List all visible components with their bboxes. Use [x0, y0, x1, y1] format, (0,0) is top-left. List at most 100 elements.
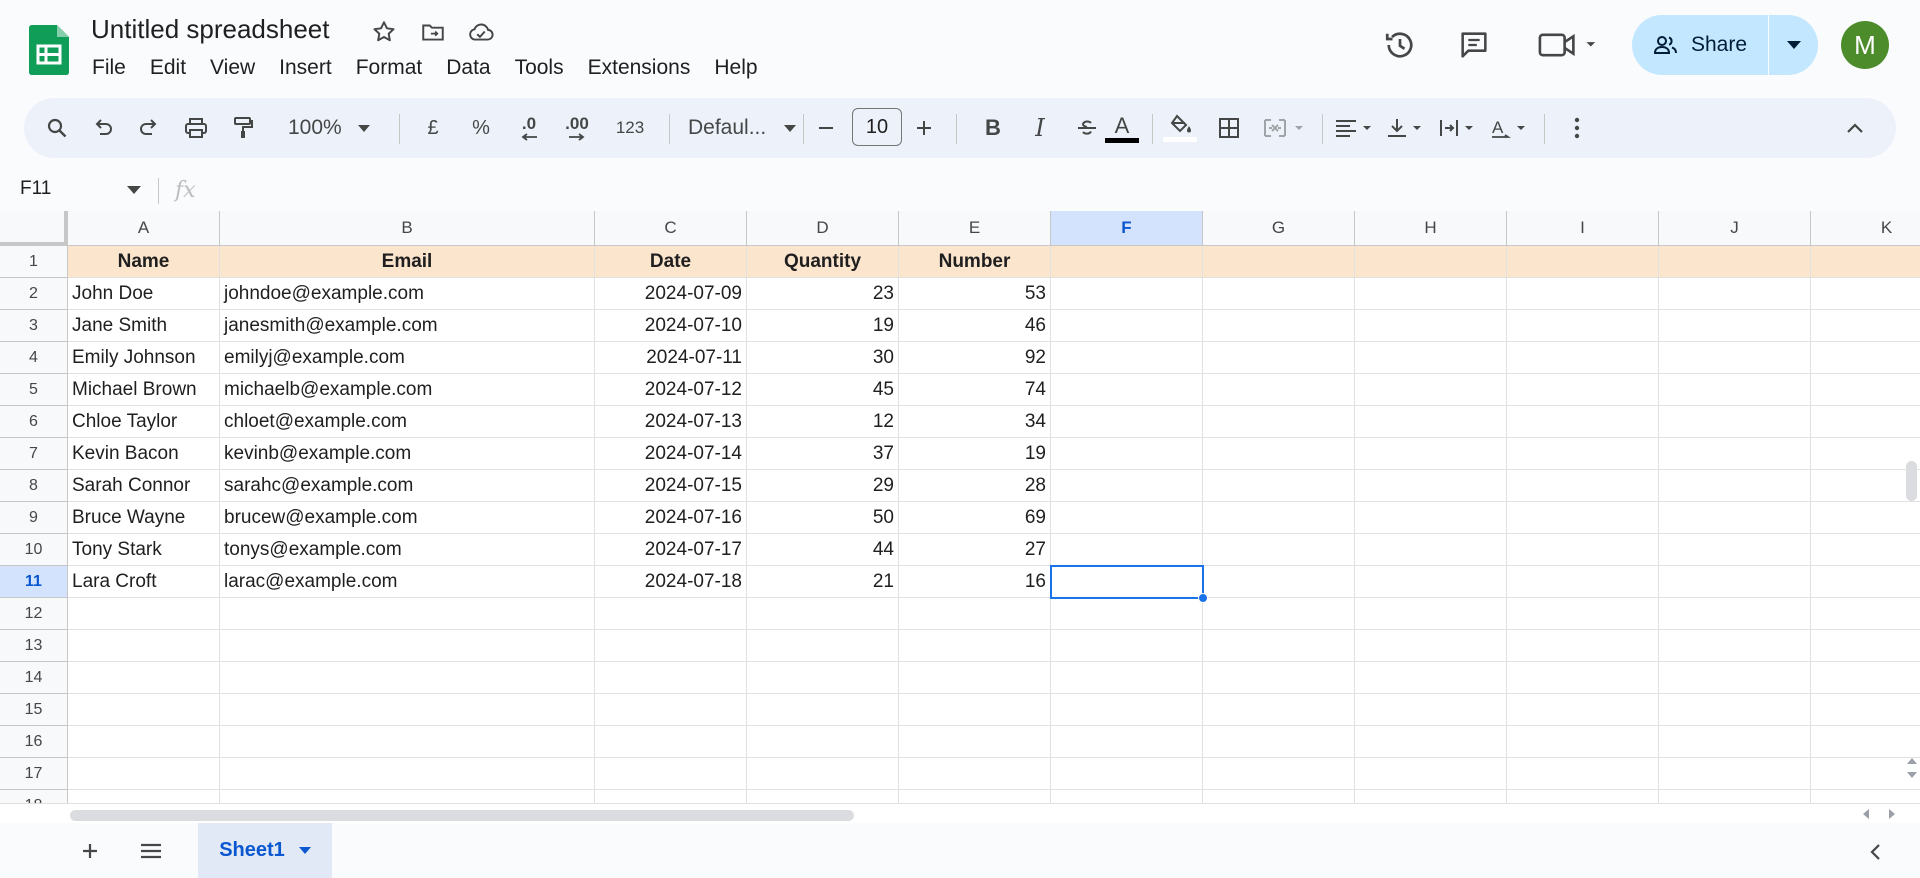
font-family-select[interactable]: Defaul...	[688, 110, 814, 146]
menu-view[interactable]: View	[198, 54, 267, 84]
menu-tools[interactable]: Tools	[503, 54, 576, 84]
cell-e3[interactable]: 46	[899, 310, 1051, 342]
cell-d10[interactable]: 44	[747, 534, 899, 566]
cell-e1[interactable]: Number	[899, 246, 1051, 278]
row-header-6[interactable]: 6	[0, 406, 68, 438]
cell-c3[interactable]: 2024-07-10	[595, 310, 747, 342]
sheet-tab-menu-icon[interactable]	[298, 847, 311, 854]
vertical-scrollbar-thumb[interactable]	[1906, 461, 1917, 501]
cell-d7[interactable]: 37	[747, 438, 899, 470]
cell-f18[interactable]	[1051, 790, 1203, 803]
text-rotate-icon[interactable]: A	[1488, 110, 1536, 146]
row-header-13[interactable]: 13	[0, 630, 68, 662]
column-header-e[interactable]: E	[899, 211, 1051, 246]
row-header-4[interactable]: 4	[0, 342, 68, 374]
menu-extensions[interactable]: Extensions	[576, 54, 703, 84]
account-avatar[interactable]: M	[1841, 21, 1889, 69]
cell-j16[interactable]	[1659, 726, 1811, 758]
cell-b11[interactable]: larac@example.com	[220, 566, 595, 598]
cell-h9[interactable]	[1355, 502, 1507, 534]
column-header-b[interactable]: B	[220, 211, 595, 246]
cell-h12[interactable]	[1355, 598, 1507, 630]
cell-a13[interactable]	[68, 630, 220, 662]
cell-j13[interactable]	[1659, 630, 1811, 662]
row-header-1[interactable]: 1	[0, 246, 68, 278]
cell-h1[interactable]	[1355, 246, 1507, 278]
cell-h6[interactable]	[1355, 406, 1507, 438]
cell-j4[interactable]	[1659, 342, 1811, 374]
cell-b12[interactable]	[220, 598, 595, 630]
decrease-decimal-button[interactable]: .0	[508, 110, 550, 146]
column-header-j[interactable]: J	[1659, 211, 1811, 246]
cell-g18[interactable]	[1203, 790, 1355, 803]
cell-i15[interactable]	[1507, 694, 1659, 726]
cell-k1[interactable]	[1811, 246, 1920, 278]
cell-e11[interactable]: 16	[899, 566, 1051, 598]
cell-g16[interactable]	[1203, 726, 1355, 758]
cell-j2[interactable]	[1659, 278, 1811, 310]
menu-format[interactable]: Format	[344, 54, 435, 84]
cell-e2[interactable]: 53	[899, 278, 1051, 310]
cell-e16[interactable]	[899, 726, 1051, 758]
cell-j3[interactable]	[1659, 310, 1811, 342]
meet-camera-icon[interactable]	[1534, 23, 1604, 67]
cell-k4[interactable]	[1811, 342, 1920, 374]
horizontal-scrollbar[interactable]	[0, 803, 1920, 823]
cell-e10[interactable]: 27	[899, 534, 1051, 566]
redo-icon[interactable]	[132, 110, 166, 146]
move-folder-icon[interactable]	[417, 16, 449, 48]
cell-g4[interactable]	[1203, 342, 1355, 374]
cell-c15[interactable]	[595, 694, 747, 726]
cell-k18[interactable]	[1811, 790, 1920, 803]
currency-format-button[interactable]: £	[416, 110, 450, 146]
cell-a17[interactable]	[68, 758, 220, 790]
print-icon[interactable]	[179, 110, 213, 146]
cell-d16[interactable]	[747, 726, 899, 758]
cell-a8[interactable]: Sarah Connor	[68, 470, 220, 502]
menu-insert[interactable]: Insert	[267, 54, 344, 84]
add-sheet-icon[interactable]	[78, 839, 102, 863]
cell-b6[interactable]: chloet@example.com	[220, 406, 595, 438]
column-header-g[interactable]: G	[1203, 211, 1355, 246]
cell-b15[interactable]	[220, 694, 595, 726]
cell-i7[interactable]	[1507, 438, 1659, 470]
undo-icon[interactable]	[86, 110, 120, 146]
cell-j15[interactable]	[1659, 694, 1811, 726]
cell-g12[interactable]	[1203, 598, 1355, 630]
row-header-2[interactable]: 2	[0, 278, 68, 310]
italic-button[interactable]: I	[1023, 110, 1057, 146]
select-all-corner[interactable]	[0, 211, 68, 246]
cell-e15[interactable]	[899, 694, 1051, 726]
cell-h10[interactable]	[1355, 534, 1507, 566]
cell-c10[interactable]: 2024-07-17	[595, 534, 747, 566]
cell-b10[interactable]: tonys@example.com	[220, 534, 595, 566]
cell-j7[interactable]	[1659, 438, 1811, 470]
cell-f1[interactable]	[1051, 246, 1203, 278]
scroll-left-icon[interactable]	[1862, 809, 1870, 819]
cell-g3[interactable]	[1203, 310, 1355, 342]
cell-h13[interactable]	[1355, 630, 1507, 662]
cell-a14[interactable]	[68, 662, 220, 694]
cell-e13[interactable]	[899, 630, 1051, 662]
cell-b17[interactable]	[220, 758, 595, 790]
cell-k5[interactable]	[1811, 374, 1920, 406]
cell-e4[interactable]: 92	[899, 342, 1051, 374]
cell-b14[interactable]	[220, 662, 595, 694]
cell-j6[interactable]	[1659, 406, 1811, 438]
cell-a4[interactable]: Emily Johnson	[68, 342, 220, 374]
cell-g1[interactable]	[1203, 246, 1355, 278]
cell-j10[interactable]	[1659, 534, 1811, 566]
cell-i8[interactable]	[1507, 470, 1659, 502]
align-left-icon[interactable]	[1332, 110, 1380, 146]
search-icon[interactable]	[40, 110, 74, 146]
cell-i3[interactable]	[1507, 310, 1659, 342]
all-sheets-icon[interactable]	[138, 840, 164, 862]
comments-icon[interactable]	[1452, 23, 1496, 67]
cell-f10[interactable]	[1051, 534, 1203, 566]
collapse-icon[interactable]	[1838, 110, 1872, 146]
cloud-saved-icon[interactable]	[465, 16, 497, 48]
paint-format-icon[interactable]	[226, 110, 260, 146]
cell-b16[interactable]	[220, 726, 595, 758]
cell-j14[interactable]	[1659, 662, 1811, 694]
cell-j11[interactable]	[1659, 566, 1811, 598]
